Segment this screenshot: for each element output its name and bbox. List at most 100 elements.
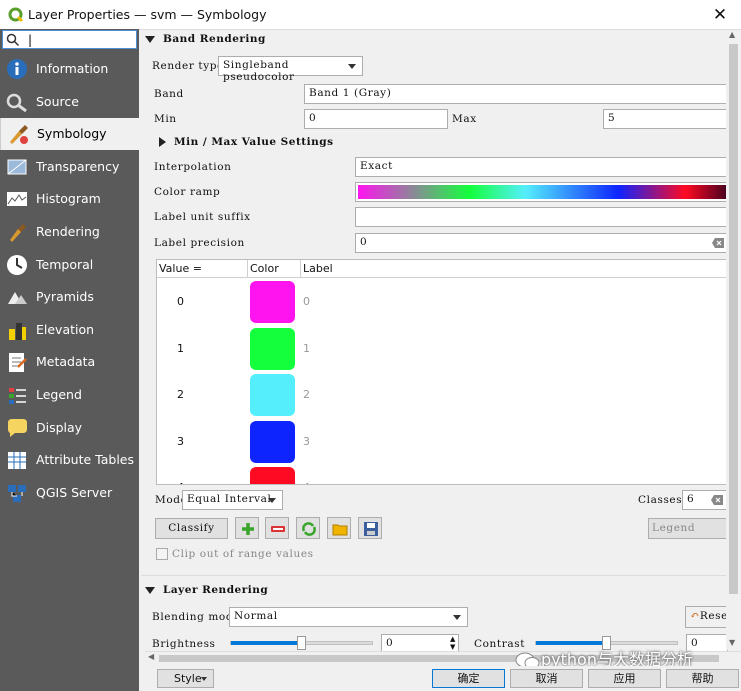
band-combo[interactable]: Band 1 (Gray) xyxy=(304,84,734,104)
reset-button[interactable]: ↶Reset xyxy=(685,606,729,628)
row-value[interactable]: 1 xyxy=(177,342,184,355)
save-icon xyxy=(364,522,378,536)
table-row[interactable]: 00 xyxy=(157,279,726,325)
unit-suffix-field[interactable] xyxy=(355,207,733,227)
watermark: python与大数据分析 xyxy=(515,646,693,669)
table-row[interactable]: 33 xyxy=(157,419,726,465)
style-label: Style xyxy=(174,672,202,685)
clear-icon[interactable] xyxy=(712,238,724,248)
class-table[interactable]: Value = Color Label 0011223344 xyxy=(156,259,727,485)
color-swatch[interactable] xyxy=(250,420,295,463)
brightness-handle[interactable] xyxy=(297,636,306,650)
sidebar-item-pyramids[interactable]: Pyramids xyxy=(0,281,139,313)
blending-combo[interactable]: Normal xyxy=(229,607,468,627)
style-button[interactable]: Style xyxy=(157,669,214,688)
sidebar-item-label: Histogram xyxy=(36,191,101,207)
sidebar-item-display[interactable]: Display xyxy=(0,412,139,444)
scroll-down-icon[interactable]: ▼ xyxy=(729,638,735,647)
sidebar-item-symbology[interactable]: Symbology xyxy=(0,118,139,151)
dropdown-arrow-icon xyxy=(453,615,461,620)
band-rendering-header[interactable]: Band Rendering xyxy=(145,32,266,50)
spin-arrows-icon[interactable]: ▲ ▼ xyxy=(450,635,456,651)
sidebar-item-label: Transparency xyxy=(36,158,120,174)
invert-colors-button[interactable] xyxy=(296,517,320,539)
blending-value: Normal xyxy=(234,610,278,622)
interpolation-value: Exact xyxy=(360,160,393,172)
save-classes-button[interactable] xyxy=(358,517,382,539)
color-ramp-preview xyxy=(358,185,730,199)
load-classes-button[interactable] xyxy=(327,517,351,539)
color-swatch[interactable] xyxy=(250,327,295,370)
sidebar-item-source[interactable]: Source xyxy=(0,86,139,118)
sidebar-item-label: Elevation xyxy=(36,321,95,337)
color-ramp-selector[interactable] xyxy=(355,182,733,202)
scroll-left-icon[interactable]: ◀ xyxy=(148,652,154,661)
row-label[interactable]: 1 xyxy=(303,342,310,355)
legend-settings-button[interactable]: Legend Settings xyxy=(648,518,738,539)
header-color[interactable]: Color xyxy=(250,262,279,275)
vertical-scrollbar[interactable]: ▲ ▼ xyxy=(726,30,741,650)
sidebar-item-histogram[interactable]: Histogram xyxy=(0,183,139,215)
header-label[interactable]: Label xyxy=(303,262,333,275)
header-value[interactable]: Value = xyxy=(159,262,202,275)
color-swatch[interactable] xyxy=(250,374,295,416)
sidebar-item-rendering[interactable]: Rendering xyxy=(0,216,139,248)
mode-combo[interactable]: Equal Interval xyxy=(182,490,283,510)
row-label[interactable]: 3 xyxy=(303,435,310,448)
layer-rendering-header[interactable]: Layer Rendering xyxy=(145,583,268,601)
color-swatch[interactable] xyxy=(250,281,295,323)
row-label[interactable]: 0 xyxy=(303,295,310,308)
max-field[interactable]: 5 xyxy=(603,109,733,129)
collapse-icon xyxy=(145,586,155,594)
minmax-settings-header[interactable]: Min / Max Value Settings xyxy=(159,135,334,153)
dropdown-arrow-icon xyxy=(201,677,207,681)
color-swatch[interactable] xyxy=(250,467,295,484)
brightness-slider[interactable] xyxy=(230,636,373,650)
help-button[interactable]: 帮助 xyxy=(666,669,739,688)
scroll-up-icon[interactable]: ▲ xyxy=(729,30,735,39)
dropdown-arrow-icon xyxy=(268,498,276,503)
clear-icon[interactable] xyxy=(711,495,723,505)
interpolation-combo[interactable]: Exact xyxy=(355,157,733,177)
close-icon[interactable]: ✕ xyxy=(705,3,735,27)
table-row[interactable]: 11 xyxy=(157,326,726,372)
row-label[interactable]: 4 xyxy=(303,481,310,484)
row-value[interactable]: 3 xyxy=(177,435,184,448)
reset-label: Reset xyxy=(699,610,728,622)
clip-label: Clip out of range values xyxy=(172,548,314,560)
sidebar-item-attribute-tables[interactable]: Attribute Tables xyxy=(0,444,139,476)
minus-icon xyxy=(271,526,285,532)
precision-spinbox[interactable]: 0 xyxy=(355,233,729,253)
sidebar-item-metadata[interactable]: Metadata xyxy=(0,346,139,378)
reset-icon: ↶ xyxy=(690,609,700,622)
add-class-button[interactable] xyxy=(235,517,259,539)
classes-spinbox[interactable]: 6 xyxy=(682,490,727,510)
scrollbar-thumb[interactable] xyxy=(729,44,738,594)
cancel-button[interactable]: 取消 xyxy=(510,669,583,688)
ok-button[interactable]: 确定 xyxy=(432,669,505,688)
table-row[interactable]: 44 xyxy=(157,465,726,484)
sidebar-item-label: Information xyxy=(36,61,109,76)
classify-button[interactable]: Classify xyxy=(155,518,228,539)
sidebar-item-label: Rendering xyxy=(36,224,100,239)
row-value[interactable]: 0 xyxy=(177,295,184,308)
sidebar-item-elevation[interactable]: Elevation xyxy=(0,314,139,346)
remove-class-button[interactable] xyxy=(265,517,289,539)
clip-checkbox[interactable] xyxy=(156,548,168,560)
render-type-combo[interactable]: Singleband pseudocolor xyxy=(218,56,363,83)
row-value[interactable]: 4 xyxy=(177,481,184,484)
sidebar-item-legend[interactable]: Legend xyxy=(0,379,139,411)
apply-button[interactable]: 应用 xyxy=(588,669,661,688)
sidebar-item-temporal[interactable]: Temporal xyxy=(0,249,139,281)
table-row[interactable]: 22 xyxy=(157,372,726,418)
sidebar-item-qgis-server[interactable]: QGIS Server xyxy=(0,477,139,509)
row-value[interactable]: 2 xyxy=(177,388,184,401)
folder-icon xyxy=(332,524,348,536)
contrast-slider[interactable] xyxy=(535,636,678,650)
section-divider xyxy=(141,575,726,576)
sidebar-item-transparency[interactable]: Transparency xyxy=(0,151,139,183)
row-label[interactable]: 2 xyxy=(303,388,310,401)
search-input[interactable]: | xyxy=(2,30,137,49)
min-field[interactable]: 0 xyxy=(304,109,448,129)
sidebar-item-information[interactable]: Information xyxy=(0,53,139,85)
